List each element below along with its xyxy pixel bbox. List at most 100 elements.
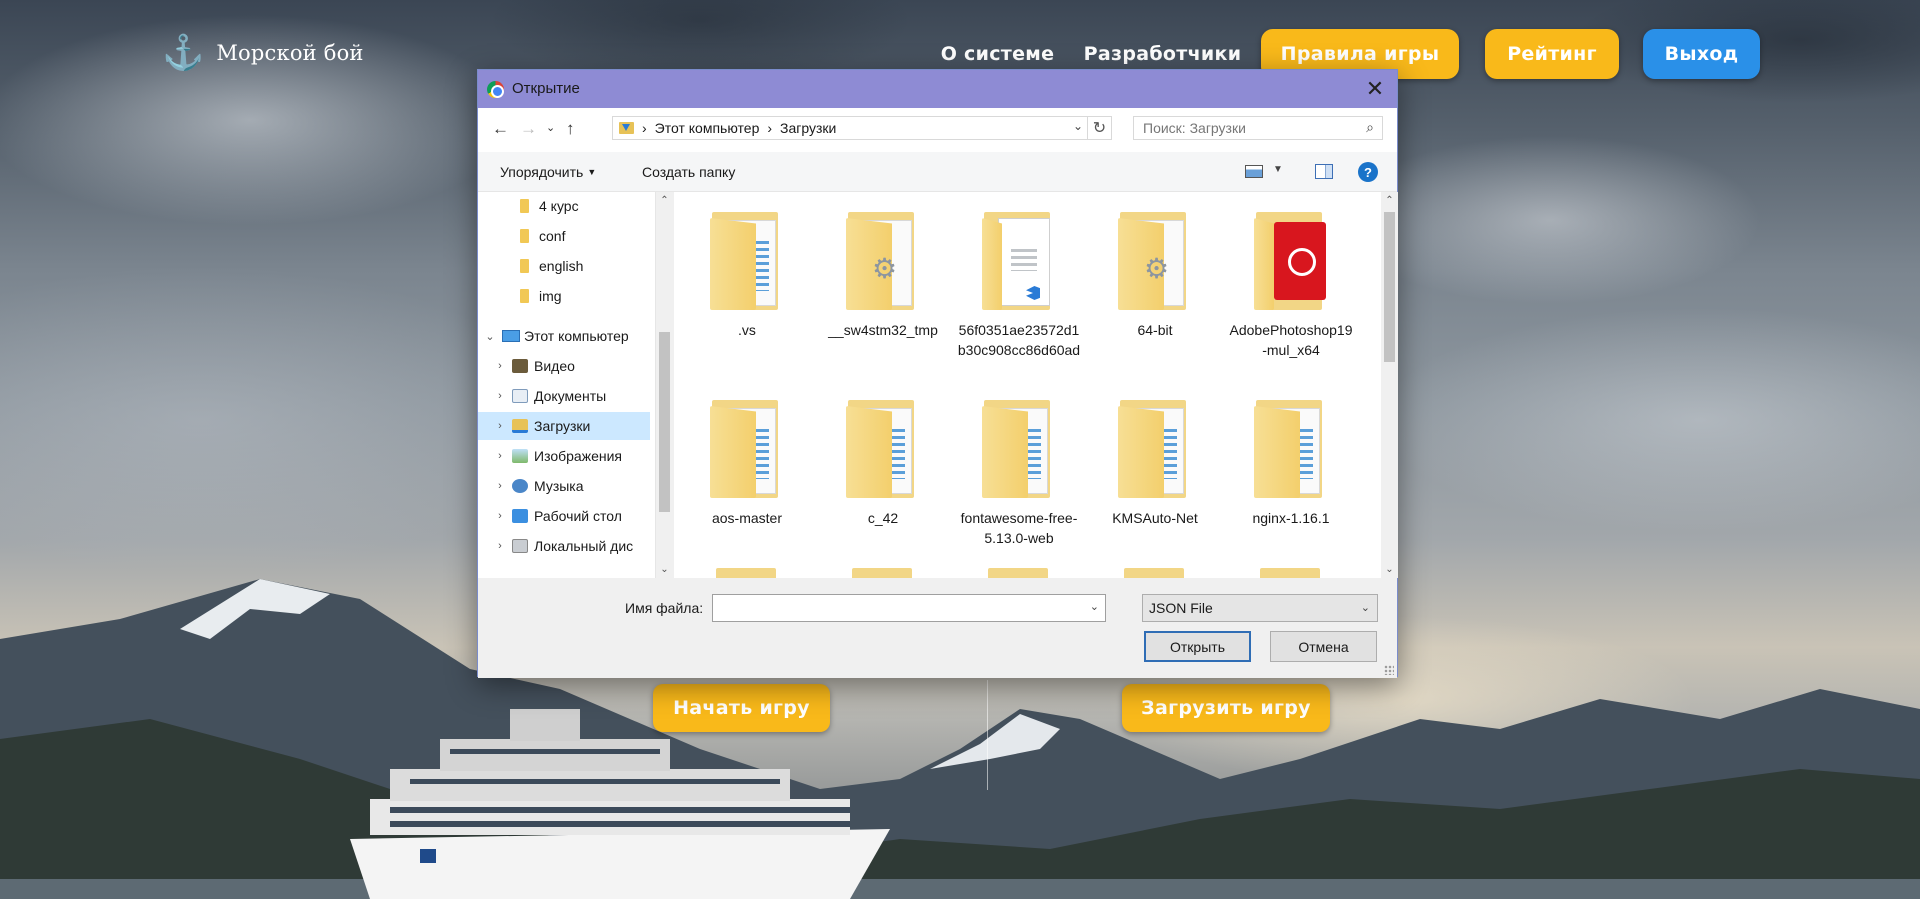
scrollbar-thumb[interactable] <box>1384 212 1395 362</box>
cancel-button[interactable]: Отмена <box>1270 631 1377 662</box>
tree-item-desktop[interactable]: › Рабочий стол <box>478 502 650 530</box>
filename-label: Имя файла: <box>625 600 704 616</box>
file-name: aos-master <box>711 510 783 526</box>
video-library-icon <box>512 359 528 373</box>
folder-icon <box>520 259 529 273</box>
vscode-file-icon <box>982 212 1056 310</box>
folder-icon <box>1260 568 1320 578</box>
scrollbar-thumb[interactable] <box>659 332 670 512</box>
tree-item-4-kurs[interactable]: 4 курс <box>478 192 650 220</box>
file-item-adobe-photoshop[interactable]: AdobePhotoshop19-mul_x64 <box>1228 212 1354 360</box>
folder-icon <box>520 229 529 243</box>
scroll-down-icon[interactable]: ⌄ <box>656 561 673 578</box>
chevron-right-icon[interactable]: › <box>492 480 508 492</box>
load-game-button[interactable]: Загрузить игру <box>1122 684 1330 732</box>
tree-item-label: 4 курс <box>539 198 579 214</box>
local-disk-icon <box>512 539 528 553</box>
chevron-right-icon[interactable]: › <box>492 360 508 372</box>
back-arrow-icon[interactable]: ← <box>492 119 509 139</box>
tree-item-pictures[interactable]: › Изображения <box>478 442 650 470</box>
folder-icon <box>520 289 529 303</box>
nav-exit-button[interactable]: Выход <box>1643 29 1760 79</box>
folder-icon <box>520 199 529 213</box>
up-arrow-icon[interactable]: ↑ <box>566 119 575 139</box>
documents-library-icon <box>512 389 528 403</box>
chevron-right-icon[interactable]: › <box>492 540 508 552</box>
start-game-button[interactable]: Начать игру <box>653 684 830 732</box>
address-bar[interactable]: › Этот компьютер › Загрузки ⌄ <box>612 116 1088 140</box>
preview-pane-icon[interactable] <box>1315 164 1333 179</box>
adobe-folder-icon <box>1254 212 1328 310</box>
file-name: c_42 <box>867 510 899 526</box>
scroll-up-icon[interactable]: ⌃ <box>1381 192 1398 209</box>
file-list-scrollbar[interactable]: ⌃ ⌄ <box>1381 192 1398 578</box>
dialog-title: Открытие <box>512 80 580 97</box>
divider-line <box>987 680 988 790</box>
chevron-right-icon[interactable]: › <box>492 450 508 462</box>
tree-item-documents[interactable]: › Документы <box>478 382 650 410</box>
folder-icon <box>710 212 784 310</box>
nav-rating-button[interactable]: Рейтинг <box>1485 29 1619 79</box>
tree-item-downloads[interactable]: › Загрузки <box>478 412 650 440</box>
dialog-titlebar[interactable]: Открытие ✕ <box>478 70 1397 108</box>
tree-item-this-pc[interactable]: ⌄ Этот компьютер <box>478 322 650 350</box>
file-item-kmsauto-net[interactable]: KMSAuto-Net <box>1092 400 1218 528</box>
tree-item-label: Документы <box>534 388 607 404</box>
tree-item-video[interactable]: › Видео <box>478 352 650 380</box>
file-item-64-bit[interactable]: ⚙ 64-bit <box>1092 212 1218 340</box>
open-button[interactable]: Открыть <box>1144 631 1251 662</box>
resize-grip-icon[interactable] <box>1384 665 1394 675</box>
view-options-icon[interactable] <box>1245 165 1263 178</box>
new-folder-button[interactable]: Создать папку <box>642 164 735 180</box>
filename-combobox[interactable]: ⌄ <box>712 594 1106 622</box>
file-name: AdobePhotoshop19-mul_x64 <box>1229 322 1353 358</box>
filename-input[interactable] <box>713 595 1073 621</box>
dialog-footer: Имя файла: ⌄ JSON File ⌄ Открыть Отмена <box>478 578 1397 678</box>
search-icon: ⌕ <box>1366 119 1374 135</box>
search-box[interactable]: ⌕ <box>1133 116 1383 140</box>
file-name: .vs <box>738 322 756 338</box>
navigation-scrollbar[interactable]: ⌃ ⌄ <box>656 192 673 578</box>
scroll-up-icon[interactable]: ⌃ <box>656 192 673 209</box>
chevron-right-icon[interactable]: › <box>492 510 508 522</box>
forward-arrow-icon[interactable]: → <box>520 119 537 139</box>
tree-item-english[interactable]: english <box>478 252 650 280</box>
chevron-down-icon[interactable]: ⌄ <box>482 330 498 343</box>
file-item-aos-master[interactable]: aos-master <box>684 400 810 528</box>
organize-label: Упорядочить <box>500 164 584 180</box>
help-icon[interactable]: ? <box>1358 162 1378 182</box>
file-item-nginx[interactable]: nginx-1.16.1 <box>1228 400 1354 528</box>
file-item-fontawesome[interactable]: fontawesome-free-5.13.0-web <box>956 400 1082 548</box>
search-input[interactable] <box>1143 120 1353 136</box>
refresh-icon[interactable]: ↻ <box>1088 116 1112 140</box>
tree-item-conf[interactable]: conf <box>478 222 650 250</box>
file-item-vs[interactable]: .vs <box>684 212 810 340</box>
tree-item-local-disk[interactable]: › Локальный дис <box>478 532 650 560</box>
tree-item-label: conf <box>539 228 566 244</box>
breadcrumb-downloads[interactable]: Загрузки <box>780 120 836 136</box>
filetype-select[interactable]: JSON File ⌄ <box>1142 594 1378 622</box>
file-item-sw4stm32-tmp[interactable]: ⚙ __sw4stm32_tmp <box>820 212 946 340</box>
scroll-down-icon[interactable]: ⌄ <box>1381 561 1398 578</box>
file-name: KMSAuto-Net <box>1112 510 1198 526</box>
file-name: nginx-1.16.1 <box>1252 510 1330 526</box>
tree-item-img[interactable]: img <box>478 282 650 310</box>
chevron-down-icon[interactable]: ⌄ <box>1073 119 1083 133</box>
desktop-icon <box>512 509 528 523</box>
recent-locations-chevron-icon[interactable]: ⌄ <box>546 121 555 134</box>
breadcrumb-this-pc[interactable]: Этот компьютер <box>655 120 760 136</box>
caret-down-icon[interactable]: ▼ <box>1273 164 1283 175</box>
caret-down-icon: ▼ <box>587 167 597 177</box>
chevron-right-icon[interactable]: › <box>492 390 508 402</box>
breadcrumb-separator-icon: › <box>767 120 773 136</box>
organize-menu[interactable]: Упорядочить ▼ <box>500 164 596 180</box>
file-list: .vs ⚙ __sw4stm32_tmp 56f0351ae23572d1b30… <box>674 192 1381 578</box>
tree-item-music[interactable]: › Музыка <box>478 472 650 500</box>
chevron-down-icon[interactable]: ⌄ <box>1090 600 1099 613</box>
file-item-c42[interactable]: c_42 <box>820 400 946 528</box>
close-icon[interactable]: ✕ <box>1361 75 1389 103</box>
filetype-value: JSON File <box>1149 600 1213 616</box>
chrome-icon <box>487 81 504 98</box>
chevron-right-icon[interactable]: › <box>492 420 508 432</box>
file-item-56f0351ae[interactable]: 56f0351ae23572d1b30c908cc86d60ad <box>956 212 1082 360</box>
